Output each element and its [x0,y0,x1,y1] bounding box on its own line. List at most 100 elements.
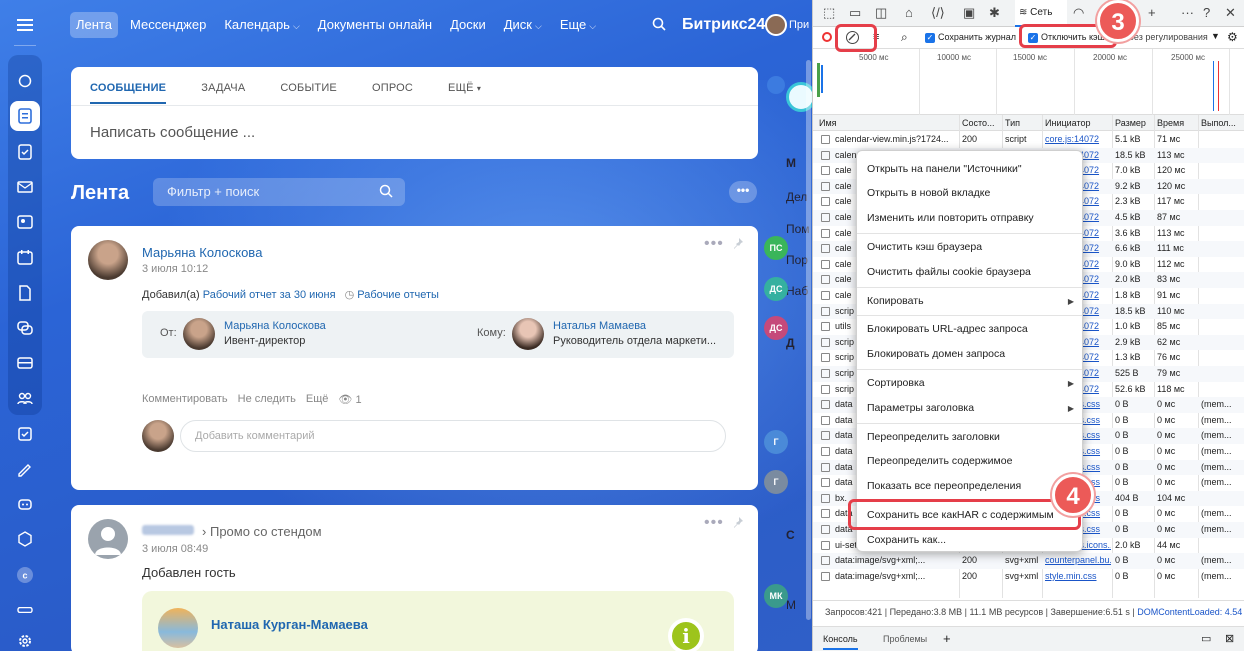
message-input[interactable]: Написать сообщение ... [90,124,255,141]
guest-avatar[interactable] [158,608,198,648]
menu-item-override-headers[interactable]: Переопределить заголовки [867,431,1000,443]
nav-documents[interactable]: Документы онлайн [312,12,438,38]
elements-icon[interactable]: ⟨/⟩ [931,5,945,21]
menu-item-save-as[interactable]: Сохранить как... [867,534,946,546]
sidebar-item-pulse[interactable] [10,66,40,96]
tab-more[interactable]: ЕЩЁ ▾ [448,82,481,104]
sidebar-item-crm[interactable] [10,348,40,378]
nav-more[interactable]: Еще ⌵ [554,12,602,38]
from-avatar[interactable] [183,318,215,350]
author-avatar[interactable] [88,240,128,280]
menu-item-block-domain[interactable]: Блокировать домен запроса [867,348,1005,360]
nav-boards[interactable]: Доски [444,12,492,38]
from-name[interactable]: Марьяна Колоскова [224,320,326,332]
performance-icon[interactable]: ◠ [1073,5,1084,21]
sidebar-item-checklist[interactable] [10,419,40,449]
post-date[interactable]: 3 июля 10:12 [142,263,208,275]
guest-name[interactable]: Наташа Курган-Мамаева [211,617,368,632]
user-name[interactable]: При [789,19,809,31]
table-row[interactable]: data:image/svg+xml;... 200 svg+xml counterp… [813,553,1244,569]
network-timeline[interactable]: 5000 мс 10000 мс 15000 мс 20000 мс 25000… [813,49,1244,115]
feed-more-button[interactable]: ••• [729,181,757,203]
wifi-filter-icon[interactable]: ▼ [1211,31,1220,41]
more-link[interactable]: Ещё [306,393,329,406]
menu-item-block-url[interactable]: Блокировать URL-адрес запроса [867,323,1028,335]
menu-item-sort[interactable]: Сортировка [867,377,925,389]
to-name[interactable]: Наталья Мамаева [553,320,646,332]
unfollow-link[interactable]: Не следить [238,393,296,406]
throttle-select[interactable]: Без регулирования [1128,32,1208,42]
sidebar-toggle-icon[interactable]: ◫ [875,5,887,21]
menu-item-copy[interactable]: Копировать [867,295,924,307]
comment-link[interactable]: Комментировать [142,393,228,406]
sidebar-item-copilot[interactable] [10,489,40,519]
user-avatar[interactable] [765,14,787,36]
strip-avatar[interactable]: ПС [764,236,788,260]
column-header[interactable]: Состо... [962,118,995,128]
menu-item-open-new-tab[interactable]: Открыть в новой вкладке [867,187,990,199]
nav-calendar[interactable]: Календарь ⌵ [218,12,305,38]
author-avatar[interactable] [88,519,128,559]
record-icon[interactable] [822,32,832,42]
search-icon[interactable]: ⌕ [901,30,908,45]
preserve-log-checkbox[interactable]: ✓ Сохранить журнал [925,32,1016,43]
menu-item-clear-cache[interactable]: Очистить кэш браузера [867,241,982,253]
device-icon[interactable]: ▭ [849,5,861,21]
post-menu-icon[interactable]: ••• [704,514,724,532]
table-cell[interactable]: counterpanel.bu... [1045,555,1111,565]
tab-issues[interactable]: Проблемы [883,634,927,644]
add-tab-icon[interactable]: + [1148,5,1156,20]
strip-avatar[interactable]: МК [764,584,788,608]
bug-icon[interactable]: ✱ [989,5,1000,21]
search-icon[interactable] [652,17,666,34]
pin-icon[interactable] [732,237,744,252]
table-cell[interactable]: style.min.css [1045,571,1111,581]
report-link[interactable]: Рабочий отчет за 30 июня [203,289,336,301]
tab-task[interactable]: ЗАДАЧА [201,82,245,104]
tab-poll[interactable]: ОПРОС [372,82,413,104]
column-header[interactable]: Тип [1005,118,1020,128]
table-cell[interactable]: core.js:14072 [1045,134,1111,144]
sidebar-item-sign[interactable] [10,454,40,484]
console-icon[interactable]: ▣ [963,5,975,21]
menu-item-override-content[interactable]: Переопределить содержимое [867,455,1012,467]
sidebar-item-contacts[interactable] [10,207,40,237]
post-author[interactable]: Марьяна Колосковa [142,245,262,260]
tab-network[interactable]: ≋ Сеть [1015,0,1067,27]
add-drawer-tab-icon[interactable]: + [943,631,951,646]
sidebar-item-more[interactable] [10,595,40,625]
nav-disk[interactable]: Диск ⌵ [498,12,548,38]
post-date[interactable]: 3 июля 08:49 [142,543,208,555]
sidebar-item-tasks[interactable] [10,137,40,167]
settings-icon[interactable]: ⚙ [1227,30,1238,44]
sidebar-item-chat[interactable] [10,313,40,343]
sidebar-item-mail[interactable] [10,172,40,202]
sidebar-item-feed[interactable] [10,101,40,131]
tab-message[interactable]: СООБЩЕНИЕ [90,82,167,104]
nav-feed[interactable]: Лента [70,12,118,38]
strip-avatar[interactable]: ДС [764,316,788,340]
inspect-icon[interactable]: ⬚ [823,5,835,21]
tab-event[interactable]: СОБЫТИЕ [280,82,337,104]
tab-console[interactable]: Консоль [823,634,858,650]
table-row[interactable]: data:image/svg+xml;... 200 svg+xml style.mi… [813,569,1244,585]
comment-input[interactable]: Добавить комментарий [180,420,726,452]
sidebar-item-team[interactable] [10,383,40,413]
menu-item-show-overrides[interactable]: Показать все переопределения [867,480,1021,492]
to-avatar[interactable] [512,318,544,350]
reports-link[interactable]: Рабочие отчеты [357,289,439,301]
menu-item-clear-cookies[interactable]: Очистить файлы cookie браузера [867,266,1031,278]
column-header[interactable]: Имя [819,118,837,128]
home-icon[interactable]: ⌂ [905,5,913,20]
column-header[interactable]: Выпол... [1201,118,1236,128]
bell-icon[interactable] [767,76,785,94]
strip-avatar[interactable]: ДС [764,277,788,301]
strip-avatar[interactable]: Г [764,430,788,454]
menu-icon[interactable] [10,10,40,40]
column-header[interactable]: Размер [1115,118,1146,128]
close-drawer-icon[interactable]: ⊠ [1225,632,1234,645]
post-menu-icon[interactable]: ••• [704,235,724,253]
post-target[interactable]: › Промо со стендом [202,524,322,539]
column-header[interactable]: Инициатор [1045,118,1091,128]
feed-scrollbar[interactable] [806,60,811,620]
